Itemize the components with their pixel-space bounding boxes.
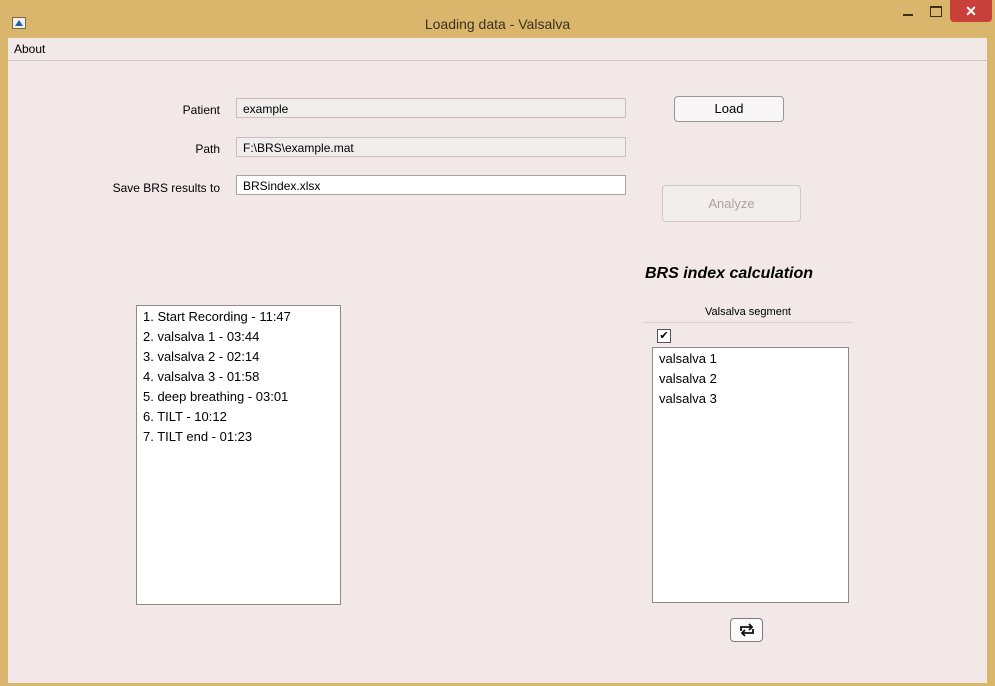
list-item[interactable]: 4. valsalva 3 - 01:58	[143, 367, 340, 387]
save-results-label: Save BRS results to	[112, 181, 220, 195]
list-item[interactable]: 3. valsalva 2 - 02:14	[143, 347, 340, 367]
refresh-button[interactable]	[730, 618, 763, 642]
menu-bar: About	[8, 38, 987, 61]
valsalva-segments-listbox[interactable]: valsalva 1 valsalva 2 valsalva 3	[652, 347, 849, 603]
menu-about[interactable]: About	[14, 42, 45, 56]
patient-label: Patient	[182, 103, 220, 117]
list-item[interactable]: valsalva 3	[659, 389, 848, 409]
minimize-button[interactable]	[896, 0, 920, 22]
valsalva-segment-header: Valsalva segment	[704, 306, 791, 318]
select-all-checkbox[interactable]: ✔	[657, 329, 671, 343]
maximize-button[interactable]	[924, 0, 948, 22]
refresh-icon	[739, 623, 754, 637]
window-title: Loading data - Valsalva	[424, 16, 571, 32]
brs-section-title: BRS index calculation	[645, 265, 814, 282]
patient-field[interactable]: example	[236, 98, 626, 118]
header-divider	[643, 322, 853, 323]
list-item[interactable]: 6. TILT - 10:12	[143, 407, 340, 427]
maximize-icon	[930, 5, 942, 17]
minimize-icon	[903, 14, 913, 16]
list-item[interactable]: 1. Start Recording - 11:47	[143, 307, 340, 327]
analyze-button[interactable]: Analyze	[662, 185, 801, 222]
close-button[interactable]: ✕	[950, 0, 992, 22]
load-button[interactable]: Load	[674, 96, 784, 122]
checkmark-icon: ✔	[659, 330, 669, 342]
path-label: Path	[195, 142, 220, 156]
list-item[interactable]: 7. TILT end - 01:23	[143, 427, 340, 447]
list-item[interactable]: 5. deep breathing - 03:01	[143, 387, 340, 407]
list-item[interactable]: valsalva 1	[659, 349, 848, 369]
list-item[interactable]: valsalva 2	[659, 369, 848, 389]
title-bar[interactable]: Loading data - Valsalva ✕	[0, 0, 995, 38]
client-area: Patient example Path F:\BRS\example.mat …	[8, 61, 987, 683]
close-icon: ✕	[965, 2, 977, 19]
list-item[interactable]: 2. valsalva 1 - 03:44	[143, 327, 340, 347]
events-listbox[interactable]: 1. Start Recording - 11:47 2. valsalva 1…	[136, 305, 341, 605]
save-results-field[interactable]: BRSindex.xlsx	[236, 175, 626, 195]
window-frame: Loading data - Valsalva ✕ About Patient …	[0, 0, 995, 686]
path-field[interactable]: F:\BRS\example.mat	[236, 137, 626, 157]
